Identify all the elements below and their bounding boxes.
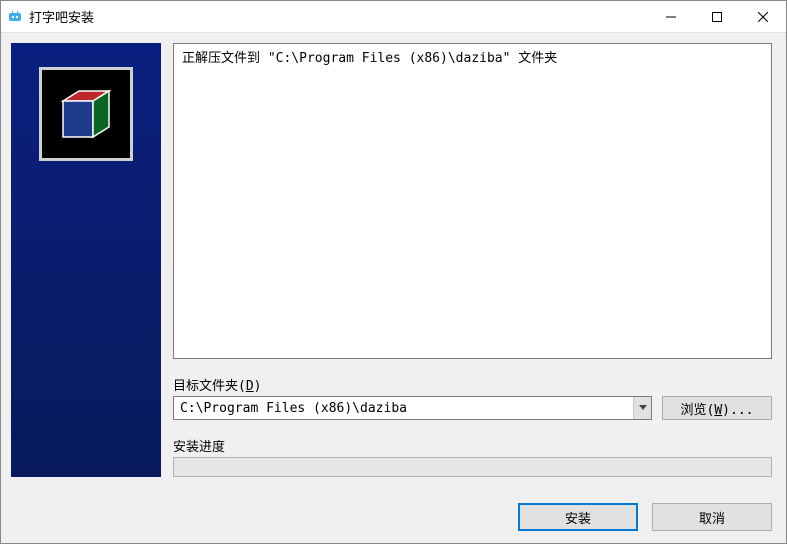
install-button[interactable]: 安装 [518, 503, 638, 531]
progress-bar [173, 457, 772, 477]
window-title: 打字吧安装 [29, 7, 648, 26]
body: 正解压文件到 "C:\Program Files (x86)\daziba" 文… [1, 33, 786, 491]
close-button[interactable] [740, 1, 786, 32]
main-panel: 正解压文件到 "C:\Program Files (x86)\daziba" 文… [173, 43, 772, 477]
maximize-button[interactable] [694, 1, 740, 32]
box-icon [51, 79, 121, 149]
installer-window: 打字吧安装 正解压文件到 "C:\P [0, 0, 787, 544]
window-controls [648, 1, 786, 32]
cancel-button[interactable]: 取消 [652, 503, 772, 531]
minimize-button[interactable] [648, 1, 694, 32]
sidebar [11, 43, 161, 477]
destination-label: 目标文件夹(D) [173, 375, 772, 394]
browse-button[interactable]: 浏览(W)... [662, 396, 772, 420]
progress-label: 安装进度 [173, 436, 772, 455]
app-icon [7, 9, 23, 25]
sidebar-icon-frame [39, 67, 133, 161]
chevron-down-icon[interactable] [633, 397, 651, 419]
destination-row: 浏览(W)... [173, 396, 772, 420]
destination-input[interactable] [173, 396, 652, 420]
log-textarea[interactable]: 正解压文件到 "C:\Program Files (x86)\daziba" 文… [173, 43, 772, 359]
titlebar: 打字吧安装 [1, 1, 786, 33]
footer: 安装 取消 [1, 491, 786, 543]
destination-combobox[interactable] [173, 396, 652, 420]
log-line: 正解压文件到 "C:\Program Files (x86)\daziba" 文… [182, 50, 763, 68]
